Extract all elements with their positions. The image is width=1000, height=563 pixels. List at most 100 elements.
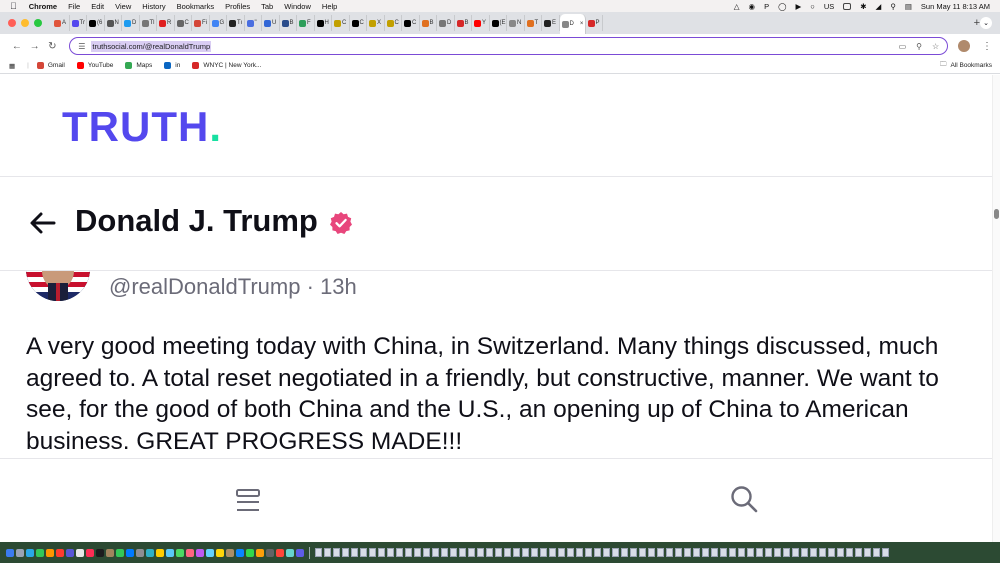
dock-app-icon[interactable]: [266, 548, 274, 557]
browser-tab[interactable]: E: [542, 15, 560, 31]
bookmark-item[interactable]: YouTube: [76, 62, 113, 69]
browser-tab[interactable]: T: [525, 15, 542, 31]
menu-tab[interactable]: Tab: [261, 2, 273, 11]
handle[interactable]: @realDonaldTrump: [109, 274, 300, 299]
browser-tab[interactable]: (E: [490, 15, 507, 31]
dock-app-icon[interactable]: [166, 548, 174, 557]
dock-app-icon[interactable]: [36, 548, 44, 557]
dock-app-icon[interactable]: [56, 548, 64, 557]
zoom-icon[interactable]: ⚲: [916, 42, 922, 51]
dock-minimized-window-icon[interactable]: [774, 548, 781, 557]
dock-minimized-window-icon[interactable]: [711, 548, 718, 557]
menu-file[interactable]: File: [68, 2, 80, 11]
dock-minimized-window-icon[interactable]: [387, 548, 394, 557]
browser-tab[interactable]: G: [210, 15, 227, 31]
dock-minimized-window-icon[interactable]: [855, 548, 862, 557]
dock-minimized-window-icon[interactable]: [648, 548, 655, 557]
menu-icon[interactable]: [234, 487, 262, 515]
status-warning-icon[interactable]: △: [734, 2, 740, 11]
browser-tab[interactable]: Fi: [192, 15, 210, 31]
browser-tab[interactable]: B: [280, 15, 297, 31]
dock-minimized-window-icon[interactable]: [360, 548, 367, 557]
tab-search-icon[interactable]: ⌄: [980, 17, 992, 29]
wifi-icon[interactable]: ◢: [876, 2, 882, 11]
dock-app-icon[interactable]: [146, 548, 154, 557]
dock-app-icon[interactable]: [66, 548, 74, 557]
dock-app-icon[interactable]: [6, 548, 14, 557]
close-window-icon[interactable]: [8, 19, 16, 27]
site-info-icon[interactable]: ☰: [78, 42, 85, 51]
dock-app-icon[interactable]: [286, 548, 294, 557]
dock-minimized-window-icon[interactable]: [720, 548, 727, 557]
dock-minimized-window-icon[interactable]: [792, 548, 799, 557]
browser-tab[interactable]: F: [297, 15, 315, 31]
status-icon-4[interactable]: ▶: [796, 2, 802, 11]
bookmark-item[interactable]: WNYC | New York...: [192, 62, 261, 69]
dock-app-icon[interactable]: [256, 548, 264, 557]
profile-avatar[interactable]: [958, 40, 971, 52]
dock-app-icon[interactable]: [206, 548, 214, 557]
status-icon-3[interactable]: ◯: [778, 2, 786, 11]
dock-minimized-window-icon[interactable]: [702, 548, 709, 557]
dock-minimized-window-icon[interactable]: [612, 548, 619, 557]
dock-minimized-window-icon[interactable]: [675, 548, 682, 557]
battery-icon[interactable]: [843, 2, 852, 10]
dock-minimized-window-icon[interactable]: [459, 548, 466, 557]
dock-app-icon[interactable]: [236, 548, 244, 557]
browser-tab[interactable]: U: [262, 15, 280, 31]
browser-tab[interactable]: C: [402, 15, 420, 31]
dock-minimized-window-icon[interactable]: [657, 548, 664, 557]
dock-minimized-window-icon[interactable]: [585, 548, 592, 557]
browser-tab[interactable]: C: [385, 15, 402, 31]
forward-button[interactable]: →: [26, 41, 44, 52]
dock-minimized-window-icon[interactable]: [846, 548, 853, 557]
dock-app-icon[interactable]: [186, 548, 194, 557]
page-scrollbar[interactable]: [992, 75, 1000, 542]
truth-social-logo[interactable]: TRUTH.: [62, 103, 222, 151]
dock-app-icon[interactable]: [86, 548, 94, 557]
dock-app-icon[interactable]: [16, 548, 24, 557]
dock-minimized-window-icon[interactable]: [549, 548, 556, 557]
dock-minimized-window-icon[interactable]: [315, 548, 322, 557]
spotlight-icon[interactable]: ⚲: [890, 2, 896, 11]
dock-minimized-window-icon[interactable]: [594, 548, 601, 557]
dock-app-icon[interactable]: [46, 548, 54, 557]
dock-minimized-window-icon[interactable]: [324, 548, 331, 557]
dock-minimized-window-icon[interactable]: [666, 548, 673, 557]
dock-minimized-window-icon[interactable]: [468, 548, 475, 557]
dock-app-icon[interactable]: [116, 548, 124, 557]
browser-tab[interactable]: H: [315, 15, 332, 31]
dock-minimized-window-icon[interactable]: [423, 548, 430, 557]
dock-minimized-window-icon[interactable]: [495, 548, 502, 557]
browser-tab[interactable]: D ×: [559, 14, 586, 34]
dock-app-icon[interactable]: [226, 548, 234, 557]
dock-app-icon[interactable]: [246, 548, 254, 557]
browser-tab[interactable]: P: [586, 15, 603, 31]
bookmark-star-icon[interactable]: ☆: [932, 42, 939, 51]
dock-minimized-window-icon[interactable]: [477, 548, 484, 557]
dock-app-icon[interactable]: [26, 548, 34, 557]
arrow-left-icon[interactable]: [28, 208, 58, 238]
apps-grid-icon[interactable]: ▦: [9, 62, 15, 70]
cast-icon[interactable]: ▭: [899, 42, 907, 51]
dock-minimized-window-icon[interactable]: [765, 548, 772, 557]
status-letter[interactable]: P: [764, 2, 769, 11]
dock-minimized-window-icon[interactable]: [351, 548, 358, 557]
browser-tab[interactable]: R: [157, 15, 175, 31]
browser-tab[interactable]: Y: [472, 15, 490, 31]
post-timestamp[interactable]: 13h: [320, 274, 357, 299]
dock-minimized-window-icon[interactable]: [747, 548, 754, 557]
menu-view[interactable]: View: [115, 2, 131, 11]
menu-bookmarks[interactable]: Bookmarks: [177, 2, 215, 11]
dock-minimized-window-icon[interactable]: [882, 548, 889, 557]
dock-minimized-window-icon[interactable]: [369, 548, 376, 557]
scrollbar-thumb[interactable]: [994, 209, 999, 219]
dock-minimized-window-icon[interactable]: [522, 548, 529, 557]
menu-edit[interactable]: Edit: [91, 2, 104, 11]
apple-icon[interactable]: : [10, 1, 17, 11]
dock-minimized-window-icon[interactable]: [828, 548, 835, 557]
browser-tab[interactable]: (6: [87, 15, 105, 31]
dock-minimized-window-icon[interactable]: [531, 548, 538, 557]
browser-tab[interactable]: D: [122, 15, 140, 31]
browser-tab[interactable]: D: [437, 15, 455, 31]
